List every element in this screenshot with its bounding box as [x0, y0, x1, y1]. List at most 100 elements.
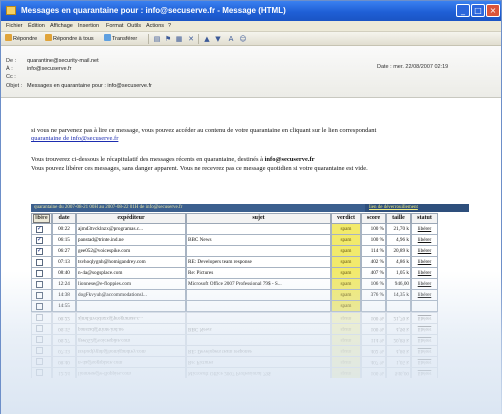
- row-checkbox[interactable]: ✓: [36, 226, 43, 233]
- cell-size: 4,96 k: [386, 235, 411, 246]
- menu-insert[interactable]: Insertion: [78, 23, 99, 29]
- quarantine-range-bar: quarantaine du 2007-08-21 00H au 2007-08…: [31, 204, 469, 212]
- col-sender: expéditeur: [76, 213, 186, 224]
- menu-actions[interactable]: Actions: [146, 23, 164, 29]
- row-checkbox[interactable]: [36, 281, 43, 288]
- row-checkbox[interactable]: [36, 325, 43, 332]
- close-button[interactable]: ×: [486, 4, 500, 17]
- row-checkbox[interactable]: [36, 270, 43, 277]
- menu-edit[interactable]: Édition: [28, 23, 45, 29]
- cell-size: 20,89 k: [386, 246, 411, 257]
- print-icon[interactable]: ▤: [153, 35, 161, 43]
- cell-score: 376 %: [361, 290, 386, 301]
- cell-verdict: spam: [331, 268, 361, 279]
- row-checkbox[interactable]: [36, 259, 43, 266]
- cell-status[interactable]: libérer: [411, 312, 438, 323]
- message-header: De : quarantine@security-mail.net À : in…: [1, 46, 501, 98]
- menu-help[interactable]: ?: [168, 23, 171, 29]
- cell-status[interactable]: libérer: [411, 290, 438, 301]
- cell-status[interactable]: [411, 301, 438, 312]
- cell-size: 4,96 k: [386, 323, 411, 334]
- row-checkbox[interactable]: [36, 358, 43, 365]
- cell-status[interactable]: libérer: [411, 224, 438, 235]
- quarantine-link[interactable]: quarantaine de info@secuserve.fr: [31, 135, 118, 142]
- cell-verdict: spam: [331, 224, 361, 235]
- cell-score: 100 %: [361, 312, 386, 323]
- cell-verdict: spam: [331, 367, 361, 378]
- cell-subject: [186, 224, 331, 235]
- message-body: si vous ne parvenez pas à lire ce messag…: [1, 98, 501, 414]
- cell-select: [31, 268, 52, 279]
- cell-select: ✓: [31, 235, 52, 246]
- cell-subject: [186, 246, 331, 257]
- row-checkbox[interactable]: ✓: [36, 248, 43, 255]
- cell-date: 00:22: [52, 312, 76, 323]
- cell-subject: [186, 301, 331, 312]
- table-row: ✓ 06:27 gee052@voicespike.com spam 114 % 20,8…: [31, 246, 469, 257]
- menu-format[interactable]: Format: [106, 23, 123, 29]
- minimize-button[interactable]: _: [456, 4, 470, 17]
- toolbar-separator: [198, 34, 199, 44]
- cell-status[interactable]: libérer: [411, 246, 438, 257]
- body-line-2: Vous trouverez ci-dessous le récapitulat…: [31, 156, 315, 163]
- row-checkbox[interactable]: [36, 292, 43, 299]
- to-value[interactable]: info@secuserve.fr: [27, 66, 71, 72]
- cell-status[interactable]: libérer: [411, 323, 438, 334]
- next-icon[interactable]: ▼: [214, 35, 222, 43]
- cell-size: 21,70 k: [386, 312, 411, 323]
- previous-icon[interactable]: ▲: [203, 35, 211, 43]
- maximize-button[interactable]: □: [471, 4, 485, 17]
- quarantine-range: quarantaine du 2007-08-21 00H au 2007-08…: [34, 205, 183, 210]
- categorize-icon[interactable]: ▦: [175, 35, 183, 43]
- delete-icon[interactable]: ✕: [187, 35, 195, 43]
- cell-sender: lionnese@e-floppies.com: [76, 279, 186, 290]
- cell-status[interactable]: libérer: [411, 345, 438, 356]
- cell-status[interactable]: libérer: [411, 334, 438, 345]
- cell-status[interactable]: libérer: [411, 268, 438, 279]
- forward-label: Transférer: [112, 36, 138, 42]
- libere-button[interactable]: libère: [33, 214, 50, 223]
- forward-button[interactable]: Transférer: [104, 34, 137, 44]
- cell-status[interactable]: libérer: [411, 235, 438, 246]
- reply-all-label: Répondre à tous: [53, 36, 94, 42]
- toolbar-separator: [148, 34, 149, 44]
- person-icon[interactable]: ☺: [239, 35, 247, 43]
- cell-status[interactable]: libérer: [411, 367, 438, 378]
- release-link[interactable]: lien de déverrouillement: [369, 205, 418, 210]
- cell-verdict: spam: [331, 334, 361, 345]
- cell-subject: [186, 334, 331, 345]
- reply-all-button[interactable]: Répondre à tous: [45, 34, 94, 44]
- row-checkbox[interactable]: [36, 314, 43, 321]
- col-size: taille: [386, 213, 411, 224]
- cell-sender: n-4a@sogsplace.com: [76, 268, 186, 279]
- toolbar: Répondre Répondre à tous Transférer ▤ ⚑ …: [1, 32, 501, 46]
- table-row: 07:13 tsvhoqlygnh@homigandrey.com RE: Deve…: [31, 345, 469, 356]
- cell-select: [31, 312, 52, 323]
- reply-button[interactable]: Répondre: [5, 34, 37, 44]
- cell-status[interactable]: libérer: [411, 279, 438, 290]
- table-row: 00:22 ajmd3tvcklnzx@programas.c... spam 100…: [31, 312, 469, 323]
- menu-view[interactable]: Affichage: [50, 23, 73, 29]
- menu-tools[interactable]: Outils: [127, 23, 141, 29]
- cell-verdict: spam: [331, 246, 361, 257]
- flag-icon[interactable]: ⚑: [164, 35, 172, 43]
- cell-subject: [186, 290, 331, 301]
- cell-score: 106 %: [361, 367, 386, 378]
- cell-select: [31, 323, 52, 334]
- font-size-icon[interactable]: A: [227, 35, 235, 43]
- cell-select: [31, 367, 52, 378]
- row-checkbox[interactable]: [36, 369, 43, 376]
- row-checkbox[interactable]: [36, 347, 43, 354]
- table-row: 12:24 lionnese@e-floppies.com Microsoft Of…: [31, 367, 469, 378]
- from-value[interactable]: quarantine@security-mail.net: [27, 58, 99, 64]
- cell-sender: gee052@voicespike.com: [76, 334, 186, 345]
- cell-date: 08:40: [52, 268, 76, 279]
- row-checkbox[interactable]: ✓: [36, 237, 43, 244]
- cell-subject: RE: Developers team response: [186, 345, 331, 356]
- cell-status[interactable]: libérer: [411, 356, 438, 367]
- row-checkbox[interactable]: [36, 303, 43, 310]
- row-checkbox[interactable]: [36, 336, 43, 343]
- table-row: ✓ 00:22 ajmd3tvcklnzx@programas.c... spam 10…: [31, 224, 469, 235]
- menu-file[interactable]: Fichier: [6, 23, 23, 29]
- cell-status[interactable]: libérer: [411, 257, 438, 268]
